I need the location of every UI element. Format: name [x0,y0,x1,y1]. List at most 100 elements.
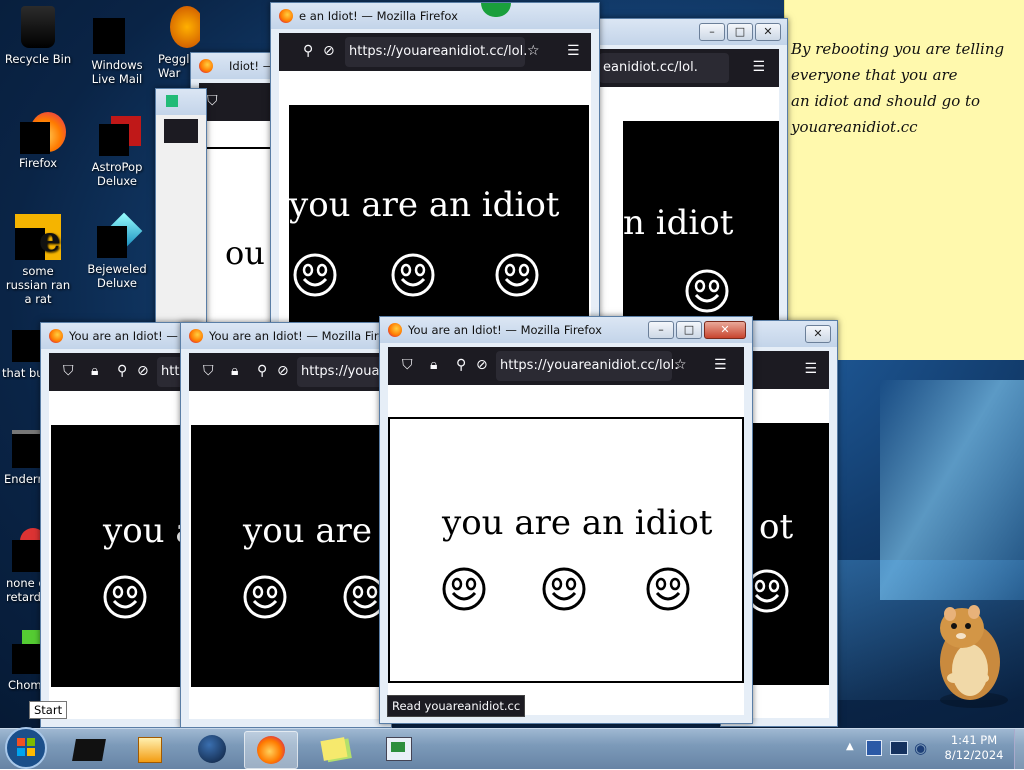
close-button[interactable]: ✕ [755,23,781,41]
url-bar[interactable]: https://youareanidiot.cc/lol. [345,37,528,67]
firefox-icon [199,59,213,73]
hamburger-menu-icon[interactable]: ☰ [567,43,580,59]
idiot-phrase: you are an idiot [289,185,560,225]
firefox-window-top-center[interactable]: e an Idiot! — Mozilla Firefox ⚲ ⊘ https:… [270,2,600,334]
show-desktop-button[interactable] [1014,729,1024,769]
url-bar[interactable]: https://youareanidiot.cc/lol. [496,351,678,381]
tracking-protection-icon[interactable]: ⊘ [476,357,488,373]
page-text: ou [225,234,265,272]
lock-icon[interactable]: 🔒︎ [430,357,437,373]
globe-icon [198,735,226,763]
network-icon[interactable] [890,741,908,755]
clock[interactable]: 1:41 PM 8/12/2024 [938,733,1010,763]
taskbar-globe-app[interactable] [186,731,238,767]
idiot-stage: you are an idiot [289,105,589,333]
maximize-button[interactable]: □ [727,23,753,41]
taskbar-media-player[interactable] [122,731,174,767]
window-back-small[interactable]: http [155,88,207,330]
maximize-button[interactable]: □ [676,321,702,339]
shield-icon[interactable]: ⛉ [63,363,74,379]
windows-live-mail-icon [93,18,125,54]
url-text: https://youareanidiot.cc/lol. [349,44,528,59]
tracking-protection-icon[interactable]: ⊘ [277,363,289,379]
hamburger-menu-icon[interactable]: ☰ [714,357,727,373]
app-icon: e [15,214,61,260]
desktop-icon-recycle-bin[interactable]: Recycle Bin [2,6,74,66]
hamburger-menu-icon[interactable]: ☰ [752,59,765,75]
window-titlebar[interactable]: e an Idiot! — Mozilla Firefox [271,3,599,29]
minimize-button[interactable]: – [648,321,674,339]
minimize-button[interactable]: – [699,23,725,41]
page-content: you are an idiot [279,71,591,333]
bookmark-star-icon[interactable]: ☆ [674,357,687,373]
taskbar-firefox[interactable] [244,731,298,769]
window-title: You are an Idiot! — Mozilla Firef [209,329,390,343]
show-hidden-icons-icon[interactable]: ▲ [846,741,854,752]
sticky-note[interactable]: By rebooting you are telling everyone th… [784,0,1024,360]
window-titlebar[interactable]: – □ ✕ [591,19,787,45]
tracking-protection-icon[interactable]: ⊘ [137,363,149,379]
desktop-icon-label: AstroPop Deluxe [91,160,143,188]
desktop-icon-some-russian-ran-a-rat[interactable]: e some russian ran a rat [2,214,74,306]
firefox-toolbar: ⛉ 🔒︎ ⚲ ⊘ https://youa [189,353,391,391]
hamburger-menu-icon[interactable]: ☰ [804,361,817,377]
taskbar-sticky-notes[interactable] [310,731,362,767]
firefox-toolbar: ⚲ ⊘ https://youareanidiot.cc/lol. ☆ ☰ [279,33,591,71]
window-titlebar[interactable]: You are an Idiot! — Mozilla Firef [181,323,391,349]
start-tooltip: Start [29,701,68,719]
bookmark-star-icon[interactable]: ☆ [527,43,540,59]
firefox-window-mid-center[interactable]: You are an Idiot! — Mozilla Firef ⛉ 🔒︎ ⚲… [180,322,392,728]
idiot-stage: you are an idiot [51,425,201,687]
window-titlebar[interactable]: You are an Idiot! — Mozilla Firefox – □ … [380,317,752,343]
close-button[interactable]: ✕ [805,325,831,343]
desktop-icon-bejeweled[interactable]: Bejeweled Deluxe [81,212,153,290]
desktop-icon-that-bu[interactable]: that bu [0,330,44,380]
desktop-icon-none-retards[interactable]: none c retards [0,528,42,604]
idiot-phrase: ot [759,507,794,547]
volume-icon[interactable]: ◉ [914,739,927,757]
permissions-icon[interactable]: ⚲ [257,363,267,379]
taskbar-paint[interactable] [372,731,424,767]
start-orb-icon[interactable] [4,726,48,770]
desktop-icon-firefox[interactable]: Firefox [2,112,74,170]
smiley-face-icon [293,253,337,297]
action-center-icon[interactable] [866,740,882,756]
firefox-window-mid-left[interactable]: You are an Idiot! — Mo ⛉ 🔒︎ ⚲ ⊘ http you… [40,322,202,728]
url-text: https://youareanidiot.cc/lol. [500,358,679,373]
window-titlebar[interactable] [156,89,206,115]
shield-icon[interactable]: ⛉ [203,363,214,379]
url-bar[interactable]: eanidiot.cc/lol. [599,53,729,83]
taskbar-dark-app[interactable] [62,731,114,767]
window-caption-buttons: – □ ✕ [648,321,746,339]
desktop-icon-chom[interactable]: Chom [0,630,42,692]
window-caption-buttons: – □ ✕ [699,23,781,41]
desktop-icon-windows-live-mail[interactable]: Windows Live Mail [81,6,153,86]
firefox-window-front[interactable]: You are an Idiot! — Mozilla Firefox – □ … [379,316,753,724]
smiley-face-icon [542,567,586,611]
app-icon [12,330,42,362]
idiot-phrase: n idiot [623,203,734,243]
app-icon [12,430,42,468]
desktop-icon-label: that bu [2,366,44,380]
sticky-note-text[interactable]: By rebooting you are telling everyone th… [791,36,1019,140]
firefox-toolbar: ⛉ 🔒︎ ⚲ ⊘ http [49,353,201,391]
permissions-icon[interactable]: ⚲ [456,357,466,373]
desktop-icon-label: none c retards [6,576,42,604]
tracking-protection-icon[interactable]: ⊘ [323,43,335,59]
permissions-icon[interactable]: ⚲ [303,43,313,59]
shield-icon[interactable]: ⛉ [207,93,218,109]
desktop-icon-label: Firefox [18,156,58,170]
desktop-icon-endern[interactable]: Endern [0,430,42,486]
url-bar[interactable]: https://youa [297,357,391,387]
shield-icon[interactable]: ⛉ [402,357,413,373]
sticky-line: an idiot and should go to [791,92,981,110]
page-content: you are an idiot [189,391,391,719]
lock-icon[interactable]: 🔒︎ [91,363,98,379]
permissions-icon[interactable]: ⚲ [117,363,127,379]
window-titlebar[interactable]: You are an Idiot! — Mo [41,323,201,349]
lock-icon[interactable]: 🔒︎ [231,363,238,379]
desktop-icon-astropop[interactable]: AstroPop Deluxe [81,116,153,188]
hamster-gadget-image[interactable] [930,600,1010,710]
close-button[interactable]: ✕ [704,321,746,339]
firefox-icon [279,9,293,23]
